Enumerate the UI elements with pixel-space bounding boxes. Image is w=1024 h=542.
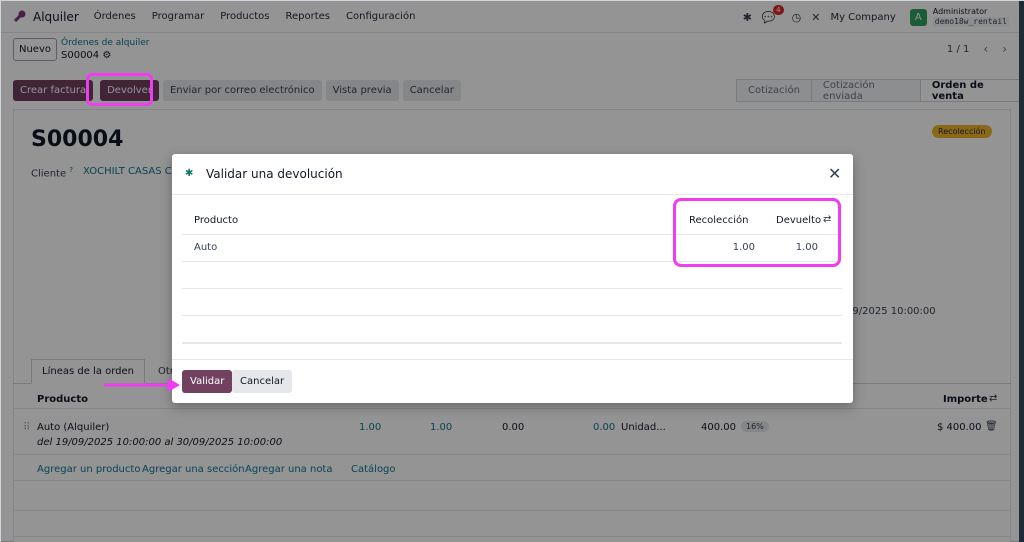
dialog-row-product: Auto bbox=[194, 242, 218, 253]
dialog-title: Validar una devolución bbox=[206, 167, 343, 181]
close-icon[interactable]: ✕ bbox=[828, 164, 841, 183]
empty-row bbox=[182, 343, 842, 344]
dialog-cancel-button[interactable]: Cancelar bbox=[232, 370, 293, 393]
annotation-arrow-icon bbox=[104, 378, 180, 392]
empty-row bbox=[182, 316, 842, 343]
app-window: Alquiler Órdenes Programar Productos Rep… bbox=[0, 0, 1024, 542]
return-dialog: ✱ Validar una devolución ✕ Producto Reco… bbox=[172, 154, 853, 403]
window-edge bbox=[1019, 1, 1024, 542]
dialog-col-product: Producto bbox=[194, 215, 239, 226]
dialog-header: ✱ Validar una devolución ✕ bbox=[172, 154, 853, 195]
debug-icon[interactable]: ✱ bbox=[185, 168, 193, 179]
annotation-highlight-return bbox=[86, 73, 153, 106]
empty-row bbox=[182, 289, 842, 316]
validate-button[interactable]: Validar bbox=[182, 370, 233, 393]
dialog-footer: Validar Cancelar bbox=[172, 359, 853, 403]
annotation-highlight-columns bbox=[673, 198, 841, 267]
